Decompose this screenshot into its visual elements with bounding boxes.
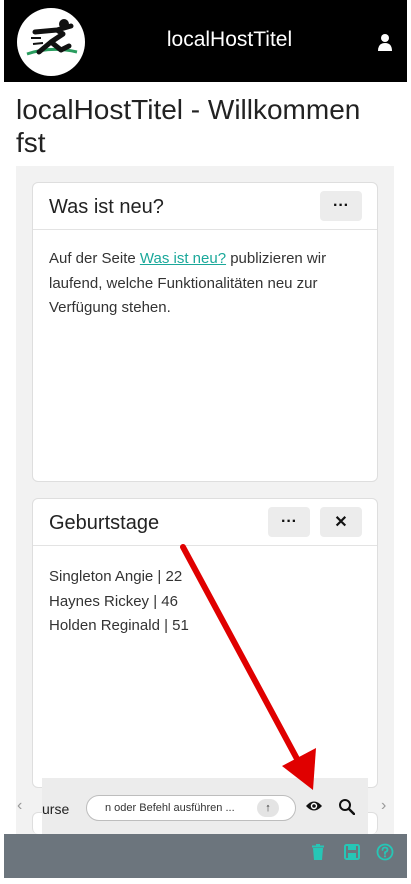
- news-card-header: Was ist neu? ···: [33, 183, 377, 230]
- birthdays-card-title: Geburtstage: [49, 512, 160, 534]
- command-input-placeholder: n oder Befehl ausführen ...: [105, 802, 235, 814]
- news-card-menu-button[interactable]: ···: [320, 191, 362, 221]
- trash-icon[interactable]: [309, 843, 327, 861]
- eye-icon[interactable]: [305, 799, 323, 813]
- bottom-toolbar: [4, 834, 407, 878]
- search-icon[interactable]: [338, 798, 355, 815]
- app-title: localHostTitel: [166, 28, 293, 51]
- news-card-body: Auf der Seite Was ist neu? publizieren w…: [49, 250, 327, 316]
- chevron-left-icon[interactable]: ‹: [17, 797, 22, 815]
- birthdays-list: Singleton Angie | 22 Haynes Rickey | 46 …: [49, 565, 359, 639]
- help-icon[interactable]: [376, 843, 394, 861]
- news-card: Was ist neu? ··· Auf der Seite Was ist n…: [32, 182, 378, 482]
- user-icon[interactable]: [377, 33, 393, 51]
- submit-arrow-icon[interactable]: ↑: [257, 799, 279, 817]
- save-icon[interactable]: [343, 843, 361, 861]
- news-card-title: Was ist neu?: [49, 196, 164, 218]
- birthdays-card-menu-button[interactable]: ···: [268, 507, 310, 537]
- chevron-right-icon[interactable]: ›: [381, 797, 386, 815]
- birthdays-card-header: Geburtstage ··· ✕: [33, 499, 377, 546]
- list-item: Singleton Angie | 22: [49, 568, 183, 585]
- list-item: Holden Reginald | 51: [49, 617, 189, 634]
- command-input[interactable]: n oder Befehl ausführen ... ↑: [86, 795, 296, 821]
- top-navbar: localHostTitel: [4, 0, 407, 82]
- page-title: localHostTitel - Willkommen fst: [16, 94, 361, 158]
- birthdays-card: Geburtstage ··· ✕ Singleton Angie | 22 H…: [32, 498, 378, 788]
- birthdays-card-close-button[interactable]: ✕: [320, 507, 362, 537]
- list-item: Haynes Rickey | 46: [49, 592, 178, 610]
- command-bar-label: urse: [42, 801, 70, 817]
- whats-new-link[interactable]: Was ist neu?: [140, 250, 226, 267]
